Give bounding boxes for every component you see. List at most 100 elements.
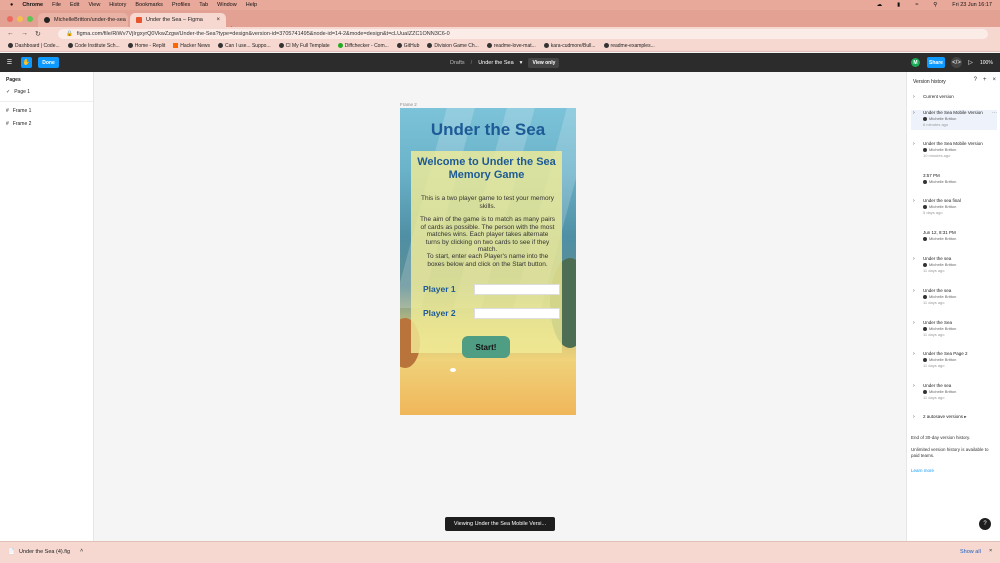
menu-file[interactable]: File xyxy=(52,2,61,8)
avatar[interactable]: M xyxy=(911,58,920,67)
learn-more-link[interactable]: Learn more xyxy=(911,468,934,473)
tab-figma[interactable]: Under the Sea – Figma × xyxy=(130,13,226,27)
file-name[interactable]: Under the Sea xyxy=(478,60,513,66)
avatar xyxy=(923,262,927,267)
version-date: 11 days ago xyxy=(923,395,945,400)
main-menu-icon[interactable]: ☰ xyxy=(4,57,15,68)
back-icon[interactable]: ← xyxy=(7,30,14,37)
page-item[interactable]: ✓ Page 1 xyxy=(6,89,30,95)
frame-label[interactable]: Frame 2 xyxy=(400,102,417,107)
breadcrumb-drafts[interactable]: Drafts xyxy=(450,60,465,66)
present-icon[interactable]: ▷ xyxy=(965,57,976,68)
author-name: Michelle Britton xyxy=(929,147,957,152)
panel-title: Version history xyxy=(913,79,946,85)
chevron-right-icon: › xyxy=(913,110,915,116)
bookmark[interactable]: readme-love-mat... xyxy=(486,43,536,49)
reload-icon[interactable]: ↻ xyxy=(35,30,41,38)
chevron-down-icon[interactable]: ▾ xyxy=(520,60,523,66)
bookmark[interactable]: CI My Full Template xyxy=(278,43,330,49)
zoom-window-icon[interactable] xyxy=(27,16,33,22)
current-version-item[interactable]: › Current version xyxy=(911,94,997,102)
player1-input[interactable] xyxy=(474,284,560,295)
menubar-clock[interactable]: Fri 23 Jun 16:17 xyxy=(952,2,992,8)
bookmark[interactable]: Dashboard | Code... xyxy=(8,43,60,49)
menu-tab[interactable]: Tab xyxy=(199,2,208,8)
chevron-up-icon[interactable]: ˄ xyxy=(80,548,83,554)
version-item[interactable]: › Under the Sea Mobile Version Michelle Br… xyxy=(911,110,997,130)
version-item[interactable]: › Under the sea Michelle Britton 11 days ag… xyxy=(911,256,997,276)
bookmark[interactable]: Diffchecker - Com... xyxy=(337,43,389,49)
version-date: 11 days ago xyxy=(923,300,945,305)
wifi-icon[interactable]: ≈ xyxy=(915,2,918,8)
figma-icon xyxy=(136,17,142,23)
zoom-level[interactable]: 100% xyxy=(980,53,993,72)
menu-view[interactable]: View xyxy=(88,2,100,8)
version-item[interactable]: Jun 12, 8:31 PM Michelle Britton xyxy=(911,230,997,250)
menu-profiles[interactable]: Profiles xyxy=(172,2,190,8)
avatar xyxy=(923,116,927,121)
menu-history[interactable]: History xyxy=(109,2,126,8)
layer-frame-2[interactable]: # Frame 2 xyxy=(6,121,31,127)
minimize-window-icon[interactable] xyxy=(17,16,23,22)
download-file-name[interactable]: Under the Sea (4).fig xyxy=(19,549,70,555)
menu-edit[interactable]: Edit xyxy=(70,2,79,8)
bookmark-label: kara-cudmore/Bull... xyxy=(550,42,596,49)
menu-help[interactable]: Help xyxy=(246,2,257,8)
layer-frame-1[interactable]: # Frame 1 xyxy=(6,108,31,114)
version-date: 5 days ago xyxy=(923,210,943,215)
bookmark[interactable]: Can I use... Suppo... xyxy=(218,43,271,49)
bookmark[interactable]: Hacker News xyxy=(173,43,210,49)
show-all-button[interactable]: Show all xyxy=(960,549,981,555)
version-title: Under the sea xyxy=(923,288,952,293)
apple-icon[interactable]: ● xyxy=(10,2,13,8)
help-icon[interactable]: ? xyxy=(974,77,977,83)
version-item[interactable]: › Under the Sea Page 2 Michelle Britton 11 … xyxy=(911,351,997,371)
version-title: Jun 12, 8:31 PM xyxy=(923,230,956,235)
download-bar: 📄 Under the Sea (4).fig ˄ Show all × xyxy=(0,541,1000,563)
autosave-versions[interactable]: › 2 autosave versions ▸ xyxy=(911,414,997,422)
hand-tool-icon[interactable]: ✋ xyxy=(21,57,32,68)
version-item[interactable]: › Under the Sea Michelle Britton 11 days ag… xyxy=(911,320,997,340)
cloud-icon[interactable]: ☁ xyxy=(877,2,883,8)
bookmark[interactable]: readme-examples... xyxy=(603,42,655,49)
avatar xyxy=(923,357,927,362)
version-item[interactable]: › Under the sea final Michelle Britton 5 da… xyxy=(911,198,997,218)
close-downloads-icon[interactable]: × xyxy=(989,548,992,554)
help-button[interactable]: ? xyxy=(979,518,991,530)
share-button[interactable]: Share xyxy=(927,57,945,68)
close-icon[interactable]: × xyxy=(992,77,996,83)
bookmark[interactable]: Home - Replit xyxy=(127,43,165,49)
bookmark[interactable]: Code Institute Sch... xyxy=(67,43,120,49)
version-item[interactable]: › Under the sea Michelle Britton 11 days ag… xyxy=(911,288,997,308)
forward-icon[interactable]: → xyxy=(21,30,28,37)
design-canvas[interactable]: Frame 2 Under the Sea Welcome to Under t… xyxy=(94,72,906,541)
version-item[interactable]: › Under the Sea Mobile Version Michelle Br… xyxy=(911,141,997,161)
chevron-right-icon: › xyxy=(913,320,915,326)
tab-github[interactable]: MichelleBritton/under-the-sea × xyxy=(38,13,128,27)
battery-icon[interactable]: ▮ xyxy=(897,2,900,8)
done-button[interactable]: Done xyxy=(38,57,59,68)
mobile-frame[interactable]: Under the Sea Welcome to Under the Sea M… xyxy=(400,108,576,415)
bookmark[interactable]: GitHub xyxy=(396,43,419,49)
bookmark[interactable]: Division Game Ch... xyxy=(427,42,479,49)
player2-input[interactable] xyxy=(474,308,560,319)
close-tab-icon[interactable]: × xyxy=(216,17,220,23)
close-window-icon[interactable] xyxy=(7,16,13,22)
search-icon[interactable]: ⚲ xyxy=(933,2,937,8)
menu-bookmarks[interactable]: Bookmarks xyxy=(135,2,163,8)
add-version-icon[interactable]: + xyxy=(983,77,987,83)
chevron-right-icon: › xyxy=(913,141,915,147)
menu-window[interactable]: Window xyxy=(217,2,237,8)
start-button[interactable]: Start! xyxy=(462,336,510,358)
intro-card: Welcome to Under the Sea Memory Game Thi… xyxy=(411,151,562,353)
bookmark-label: readme-examples... xyxy=(610,42,655,49)
version-item[interactable]: 3:57 PM Michelle Britton xyxy=(911,173,997,193)
bookmark-label: Division Game Ch... xyxy=(434,42,479,49)
address-bar[interactable]: 🔒 figma.com/file/RiWv7VjIrgxyrQ0VkwZzgw/… xyxy=(58,28,988,39)
menu-chrome[interactable]: Chrome xyxy=(22,2,43,8)
version-item[interactable]: › Under the sea Michelle Britton 11 days ag… xyxy=(911,383,997,403)
bookmark[interactable]: kara-cudmore/Bull... xyxy=(543,42,596,49)
dev-mode-toggle-icon[interactable]: </> xyxy=(951,57,962,68)
github-icon xyxy=(543,43,549,48)
more-options-icon[interactable]: ⋯ xyxy=(992,110,997,116)
